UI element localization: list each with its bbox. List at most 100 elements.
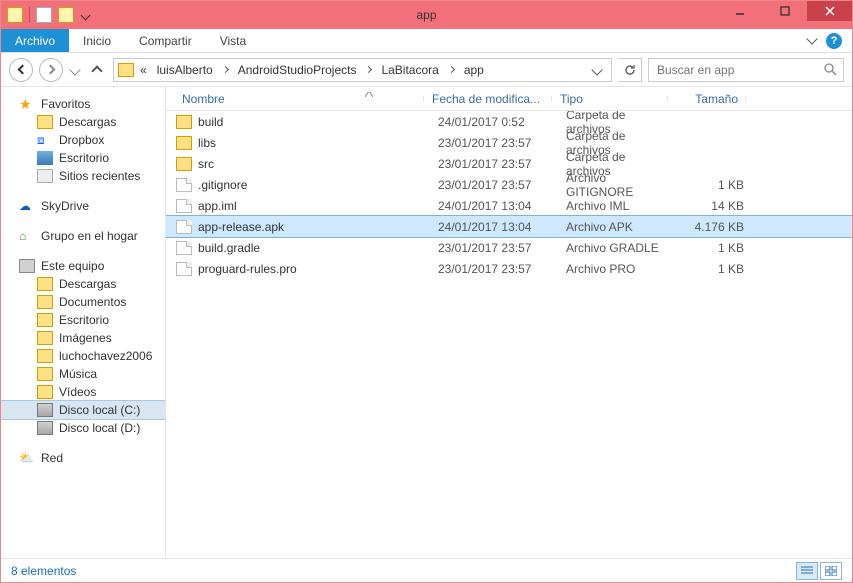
up-button[interactable] bbox=[87, 60, 107, 80]
folder-icon bbox=[176, 157, 192, 171]
file-size: 1 KB bbox=[674, 262, 752, 276]
explorer-window: app Archivo Inicio Compartir Vista ? « l… bbox=[0, 0, 853, 583]
file-row[interactable]: src23/01/2017 23:57Carpeta de archivos bbox=[166, 153, 852, 174]
homegroup-icon: ⌂ bbox=[19, 229, 35, 243]
history-dropdown-icon[interactable] bbox=[69, 64, 80, 75]
file-size: 1 KB bbox=[674, 241, 752, 255]
nav-favorites[interactable]: ★Favoritos bbox=[1, 95, 165, 113]
nav-pc-disk-d[interactable]: Disco local (D:) bbox=[1, 419, 165, 437]
file-size: 4.176 KB bbox=[674, 220, 752, 234]
recent-icon bbox=[37, 169, 53, 183]
breadcrumb-item[interactable]: LaBitacora bbox=[377, 63, 442, 77]
folder-icon bbox=[118, 63, 134, 77]
file-name: app.iml bbox=[198, 199, 430, 213]
nav-pc-documents[interactable]: Documentos bbox=[1, 293, 165, 311]
file-date: 24/01/2017 13:04 bbox=[430, 199, 558, 213]
file-row[interactable]: proguard-rules.pro23/01/2017 23:57Archiv… bbox=[166, 258, 852, 279]
column-name[interactable]: Nombre bbox=[166, 92, 424, 106]
refresh-button[interactable] bbox=[618, 58, 642, 82]
file-row[interactable]: build24/01/2017 0:52Carpeta de archivos bbox=[166, 111, 852, 132]
dropbox-icon: ⧈ bbox=[37, 133, 53, 147]
search-input[interactable] bbox=[655, 62, 824, 78]
back-button[interactable] bbox=[9, 58, 33, 82]
navigation-pane[interactable]: ★Favoritos Descargas ⧈Dropbox Escritorio… bbox=[1, 87, 166, 558]
disk-icon bbox=[37, 421, 53, 435]
file-icon bbox=[176, 262, 192, 276]
chevron-right-icon[interactable] bbox=[448, 66, 455, 73]
details-view-button[interactable] bbox=[796, 562, 818, 580]
star-icon: ★ bbox=[19, 97, 35, 111]
address-dropdown-icon[interactable] bbox=[591, 64, 602, 75]
folder-icon bbox=[176, 136, 192, 150]
search-box[interactable] bbox=[648, 58, 844, 82]
file-date: 23/01/2017 23:57 bbox=[430, 157, 558, 171]
folder-icon bbox=[37, 367, 53, 381]
breadcrumb-item[interactable]: app bbox=[460, 63, 488, 77]
titlebar[interactable]: app bbox=[1, 1, 852, 29]
file-date: 24/01/2017 0:52 bbox=[430, 115, 558, 129]
search-icon bbox=[824, 63, 837, 76]
icons-view-button[interactable] bbox=[820, 562, 842, 580]
column-size[interactable]: Tamaño bbox=[668, 92, 746, 106]
sort-asc-icon bbox=[365, 92, 373, 97]
folder-icon bbox=[37, 115, 53, 129]
file-row[interactable]: build.gradle23/01/2017 23:57Archivo GRAD… bbox=[166, 237, 852, 258]
folder-icon bbox=[37, 331, 53, 345]
nav-network[interactable]: ⛅Red bbox=[1, 449, 165, 467]
nav-skydrive[interactable]: ☁SkyDrive bbox=[1, 197, 165, 215]
file-name: app-release.apk bbox=[198, 220, 430, 234]
nav-pc-pictures[interactable]: Imágenes bbox=[1, 329, 165, 347]
file-type: Archivo GRADLE bbox=[558, 241, 674, 255]
chevron-right-icon[interactable] bbox=[365, 66, 372, 73]
file-name: libs bbox=[198, 136, 430, 150]
nav-dropbox[interactable]: ⧈Dropbox bbox=[1, 131, 165, 149]
file-icon bbox=[176, 241, 192, 255]
column-type[interactable]: Tipo bbox=[552, 92, 668, 106]
folder-icon bbox=[37, 385, 53, 399]
nav-pc-music[interactable]: Música bbox=[1, 365, 165, 383]
file-list: Nombre Fecha de modifica... Tipo Tamaño … bbox=[166, 87, 852, 558]
nav-downloads[interactable]: Descargas bbox=[1, 113, 165, 131]
ribbon-file-tab[interactable]: Archivo bbox=[1, 29, 69, 52]
file-rows[interactable]: build24/01/2017 0:52Carpeta de archivosl… bbox=[166, 111, 852, 558]
file-name: .gitignore bbox=[198, 178, 430, 192]
nav-pc-desktop[interactable]: Escritorio bbox=[1, 311, 165, 329]
window-title: app bbox=[1, 8, 852, 22]
folder-icon bbox=[37, 277, 53, 291]
file-row[interactable]: libs23/01/2017 23:57Carpeta de archivos bbox=[166, 132, 852, 153]
file-date: 23/01/2017 23:57 bbox=[430, 178, 558, 192]
breadcrumb[interactable]: « luisAlberto AndroidStudioProjects LaBi… bbox=[113, 58, 612, 82]
status-text: 8 elementos bbox=[11, 564, 76, 578]
nav-pc-downloads[interactable]: Descargas bbox=[1, 275, 165, 293]
file-row[interactable]: app-release.apk24/01/2017 13:04Archivo A… bbox=[166, 216, 852, 237]
ribbon-tab-share[interactable]: Compartir bbox=[125, 29, 206, 52]
file-row[interactable]: app.iml24/01/2017 13:04Archivo IML14 KB bbox=[166, 195, 852, 216]
folder-icon bbox=[37, 313, 53, 327]
file-size: 1 KB bbox=[674, 178, 752, 192]
nav-pc-user[interactable]: luchochavez2006 bbox=[1, 347, 165, 365]
ribbon: Archivo Inicio Compartir Vista ? bbox=[1, 29, 852, 53]
folder-icon bbox=[37, 349, 53, 363]
ribbon-tab-home[interactable]: Inicio bbox=[69, 29, 125, 52]
nav-pc-videos[interactable]: Vídeos bbox=[1, 383, 165, 401]
file-row[interactable]: .gitignore23/01/2017 23:57Archivo GITIGN… bbox=[166, 174, 852, 195]
column-date[interactable]: Fecha de modifica... bbox=[424, 92, 552, 106]
file-name: build bbox=[198, 115, 430, 129]
breadcrumb-item[interactable]: luisAlberto bbox=[153, 63, 217, 77]
nav-desktop[interactable]: Escritorio bbox=[1, 149, 165, 167]
file-date: 24/01/2017 13:04 bbox=[430, 220, 558, 234]
file-name: src bbox=[198, 157, 430, 171]
pc-icon bbox=[19, 259, 35, 273]
folder-icon bbox=[37, 295, 53, 309]
expand-ribbon-icon[interactable] bbox=[806, 33, 817, 44]
help-icon[interactable]: ? bbox=[826, 33, 842, 49]
breadcrumb-prefix[interactable]: « bbox=[136, 63, 151, 77]
file-type: Archivo APK bbox=[558, 220, 674, 234]
nav-homegroup[interactable]: ⌂Grupo en el hogar bbox=[1, 227, 165, 245]
chevron-right-icon[interactable] bbox=[222, 66, 229, 73]
nav-pc-disk-c[interactable]: Disco local (C:) bbox=[1, 401, 165, 419]
ribbon-tab-view[interactable]: Vista bbox=[206, 29, 260, 52]
breadcrumb-item[interactable]: AndroidStudioProjects bbox=[234, 63, 361, 77]
nav-recent[interactable]: Sitios recientes bbox=[1, 167, 165, 185]
nav-this-pc[interactable]: Este equipo bbox=[1, 257, 165, 275]
